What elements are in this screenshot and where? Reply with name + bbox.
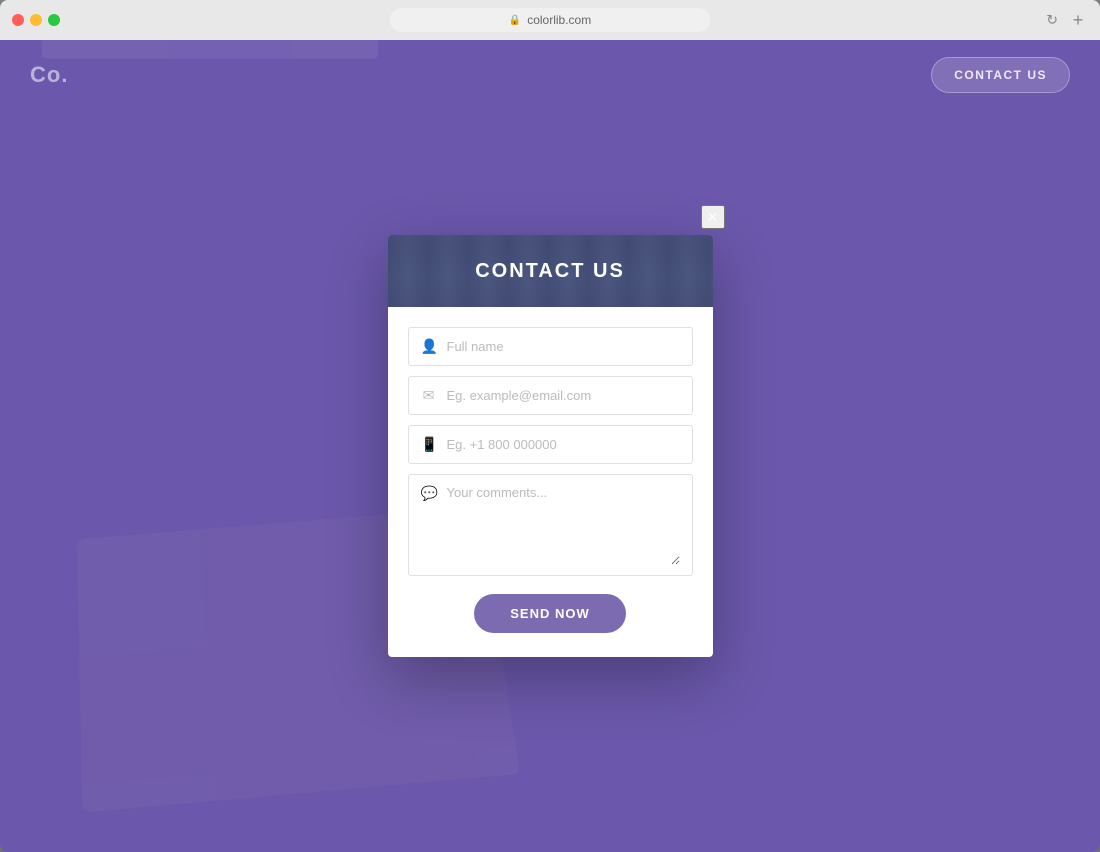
email-field-wrapper: ✉ [408, 376, 693, 415]
comments-field-wrapper: 💬 [408, 474, 693, 576]
modal-overlay: × CONTACT US 👤 [0, 40, 1100, 852]
close-window-button[interactable] [12, 14, 24, 26]
modal-close-button[interactable]: × [701, 205, 725, 229]
phone-field-wrapper: 📱 [408, 425, 693, 464]
phone-icon: 📱 [421, 436, 437, 453]
maximize-window-button[interactable] [48, 14, 60, 26]
email-icon: ✉ [421, 387, 437, 404]
person-icon: 👤 [421, 338, 437, 355]
browser-window: 🔒 colorlib.com ↻ + Co. CONTACT US × [0, 0, 1100, 852]
modal-container: × CONTACT US 👤 [388, 235, 713, 657]
url-bar[interactable]: 🔒 colorlib.com [390, 8, 710, 32]
phone-input[interactable] [447, 437, 680, 452]
modal-header: CONTACT US [388, 235, 713, 307]
name-field-wrapper: 👤 [408, 327, 693, 366]
url-text: colorlib.com [527, 13, 591, 27]
send-button[interactable]: SEND NOW [474, 594, 626, 633]
lock-icon: 🔒 [509, 15, 521, 26]
comment-icon: 💬 [421, 485, 437, 502]
comments-input[interactable] [447, 485, 680, 565]
email-input[interactable] [447, 388, 680, 403]
refresh-icon[interactable]: ↻ [1046, 12, 1058, 29]
minimize-window-button[interactable] [30, 14, 42, 26]
modal-form: 👤 ✉ 📱 [388, 307, 713, 657]
modal-title: CONTACT US [388, 235, 713, 307]
contact-modal: CONTACT US 👤 ✉ [388, 235, 713, 657]
traffic-lights [12, 14, 60, 26]
new-tab-button[interactable]: + [1068, 10, 1088, 30]
titlebar: 🔒 colorlib.com ↻ + [0, 0, 1100, 40]
page-content: Co. CONTACT US × CONTACT US [0, 40, 1100, 852]
name-input[interactable] [447, 339, 680, 354]
